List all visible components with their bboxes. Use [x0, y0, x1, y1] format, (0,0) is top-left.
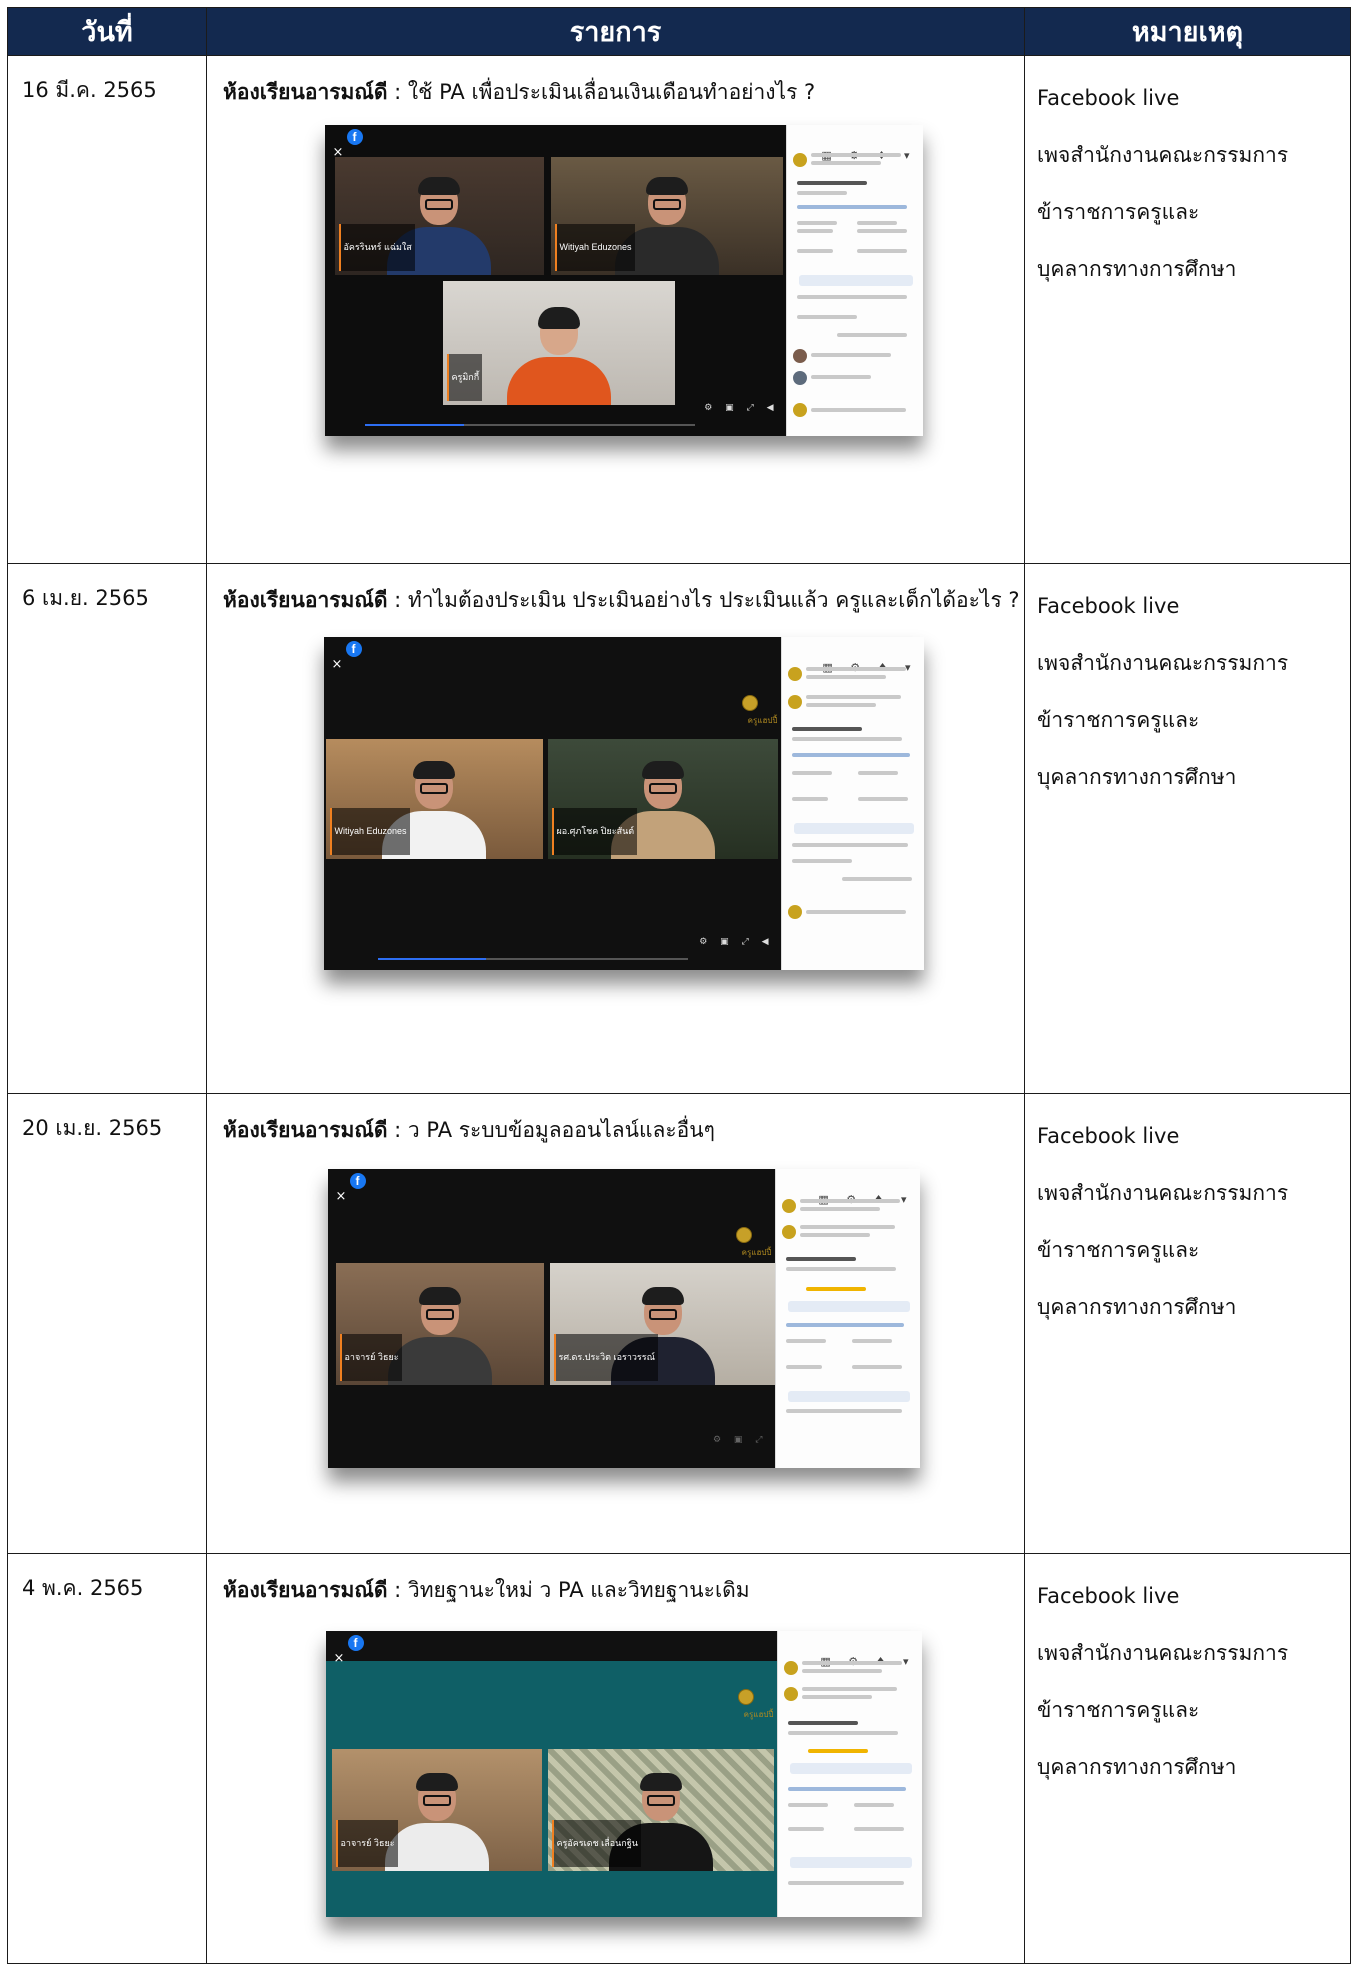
schedule-table: วันที่ รายการ หมายเหตุ 16 มี.ค. 2565 ห้อ…: [7, 7, 1351, 1964]
participant-name: Witiyah Eduzones: [329, 808, 410, 855]
comments-panel: ▦ ⚙ ♦ ▾: [776, 1631, 922, 1917]
video-tile: ผอ.ศุภโชค ปิยะสันต์: [547, 739, 778, 859]
logo-text: ครูแฮปปี้: [743, 1710, 774, 1719]
note-cell: Facebook live เพจสำนักงานคณะกรรมการ ข้าร…: [1024, 1553, 1351, 1964]
person-figure: [384, 1773, 489, 1871]
comments-panel: ▦ ⚙ ♦ ▾: [785, 125, 923, 436]
item-text: : ทำไมต้องประเมิน ประเมินอย่างไร ประเมิน…: [387, 588, 1020, 612]
video-area: × f อัครรินทร์ แฉ่มใส Witiyah Eduzones ค…: [324, 125, 787, 436]
item-title: ห้องเรียนอารมณ์ดี : ว PA ระบบข้อมูลออนไล…: [223, 1108, 1024, 1153]
table-row: 20 เม.ย. 2565 ห้องเรียนอารมณ์ดี : ว PA ร…: [7, 1093, 1351, 1554]
video-area: × f ครูแฮปปี้ อาจารย์ วิธยะ ครูอัครเดช เ…: [325, 1631, 778, 1917]
facebook-icon: f: [349, 1173, 366, 1189]
note-cell: Facebook live เพจสำนักงานคณะกรรมการ ข้าร…: [1024, 1093, 1351, 1554]
header-note: หมายเหตุ: [1024, 7, 1351, 56]
video-screenshot[interactable]: × f ครูแฮปปี้ อาจารย์ วิธยะ รศ.ดร.ประวิต…: [327, 1169, 920, 1468]
player-controls[interactable]: ⚙ ▣ ⤢: [713, 1418, 768, 1463]
close-icon: ×: [335, 1189, 347, 1204]
video-screenshot[interactable]: × f ครูแฮปปี้ Witiyah Eduzones ผอ.ศุภโชค…: [323, 637, 924, 970]
item-cell: ห้องเรียนอารมณ์ดี : วิทยฐานะใหม่ ว PA แล…: [206, 1553, 1025, 1964]
item-text: : ใช้ PA เพื่อประเมินเลื่อนเงินเดือนทำอย…: [387, 80, 816, 104]
header-item: รายการ: [206, 7, 1025, 56]
note-line: บุคลากรทางการศึกษา: [1037, 257, 1237, 281]
item-text: : วิทยฐานะใหม่ ว PA และวิทยฐานะเดิม: [387, 1578, 750, 1602]
table-row: 16 มี.ค. 2565 ห้องเรียนอารมณ์ดี : ใช้ PA…: [7, 55, 1351, 564]
item-prefix: ห้องเรียนอารมณ์ดี: [223, 1118, 388, 1142]
video-area: × f ครูแฮปปี้ อาจารย์ วิธยะ รศ.ดร.ประวิต…: [327, 1169, 776, 1468]
video-tile: รศ.ดร.ประวิต เอราวรรณ์: [549, 1263, 776, 1385]
video-tile: อัครรินทร์ แฉ่มใส: [334, 157, 544, 275]
person-figure: [387, 1287, 492, 1385]
item-title: ห้องเรียนอารมณ์ดี : ทำไมต้องประเมิน ประเ…: [223, 578, 1024, 623]
item-cell: ห้องเรียนอารมณ์ดี : ทำไมต้องประเมิน ประเ…: [206, 563, 1025, 1094]
item-prefix: ห้องเรียนอารมณ์ดี: [223, 588, 388, 612]
video-tile: อาจารย์ วิธยะ: [335, 1263, 544, 1385]
participant-name: รศ.ดร.ประวิต เอราวรรณ์: [553, 1334, 658, 1381]
facebook-icon: f: [347, 1635, 364, 1651]
date-cell: 6 เม.ย. 2565: [7, 563, 207, 1094]
table-row: 4 พ.ค. 2565 ห้องเรียนอารมณ์ดี : วิทยฐานะ…: [7, 1553, 1351, 1964]
participant-name: อัครรินทร์ แฉ่มใส: [338, 224, 415, 271]
participant-name: ครูอัครเดช เลื่อนกฐิน: [551, 1820, 641, 1867]
player-controls[interactable]: ⚙ ▣ ⤢ ◀: [704, 386, 778, 431]
item-title: ห้องเรียนอารมณ์ดี : ใช้ PA เพื่อประเมินเ…: [223, 70, 1024, 115]
close-icon: ×: [333, 1651, 345, 1666]
video-tile: ครูมิกกี้: [442, 281, 675, 405]
date-cell: 16 มี.ค. 2565: [7, 55, 207, 564]
header-row: วันที่ รายการ หมายเหตุ: [7, 7, 1351, 56]
video-progress-fill: [364, 424, 464, 426]
video-progress-bar[interactable]: [364, 424, 695, 426]
note-line: ข้าราชการครูและ: [1037, 1698, 1200, 1722]
participant-name: ครูมิกกี้: [446, 354, 483, 401]
note-line: เพจสำนักงานคณะกรรมการ: [1037, 143, 1289, 167]
video-tile: Witiyah Eduzones: [550, 157, 783, 275]
facebook-icon: f: [345, 641, 362, 657]
item-cell: ห้องเรียนอารมณ์ดี : ใช้ PA เพื่อประเมินเ…: [206, 55, 1025, 564]
participant-name: อาจารย์ วิธยะ: [339, 1334, 402, 1381]
item-text: : ว PA ระบบข้อมูลออนไลน์และอื่นๆ: [387, 1118, 715, 1142]
video-tile: Witiyah Eduzones: [325, 739, 543, 859]
comments-panel: ▦ ⚙ ♦ ▾: [780, 637, 924, 970]
item-prefix: ห้องเรียนอารมณ์ดี: [223, 1578, 388, 1602]
note-line: เพจสำนักงานคณะกรรมการ: [1037, 1641, 1289, 1665]
player-controls[interactable]: ⚙ ▣ ⤢ ◀: [699, 920, 773, 965]
date-cell: 4 พ.ค. 2565: [7, 1553, 207, 1964]
video-screenshot[interactable]: × f อัครรินทร์ แฉ่มใส Witiyah Eduzones ค…: [324, 125, 923, 436]
item-cell: ห้องเรียนอารมณ์ดี : ว PA ระบบข้อมูลออนไล…: [206, 1093, 1025, 1554]
person-figure: [506, 307, 611, 405]
note-line: ข้าราชการครูและ: [1037, 708, 1200, 732]
logo-text: ครูแฮปปี้: [747, 716, 778, 725]
video-tile: ครูอัครเดช เลื่อนกฐิน: [547, 1749, 774, 1871]
note-cell: Facebook live เพจสำนักงานคณะกรรมการ ข้าร…: [1024, 55, 1351, 564]
table-row: 6 เม.ย. 2565 ห้องเรียนอารมณ์ดี : ทำไมต้อ…: [7, 563, 1351, 1094]
note-cell: Facebook live เพจสำนักงานคณะกรรมการ ข้าร…: [1024, 563, 1351, 1094]
note-line: เพจสำนักงานคณะกรรมการ: [1037, 651, 1289, 675]
note-line: ข้าราชการครูและ: [1037, 1238, 1200, 1262]
participant-name: Witiyah Eduzones: [554, 224, 635, 271]
participant-name: อาจารย์ วิธยะ: [335, 1820, 398, 1867]
note-line: Facebook live: [1037, 86, 1180, 110]
video-progress-bar[interactable]: [377, 958, 688, 960]
video-tile: อาจารย์ วิธยะ: [331, 1749, 542, 1871]
video-progress-fill: [377, 958, 486, 960]
note-line: บุคลากรทางการศึกษา: [1037, 765, 1237, 789]
note-line: บุคลากรทางการศึกษา: [1037, 1295, 1237, 1319]
note-line: ข้าราชการครูและ: [1037, 200, 1200, 224]
comments-panel: ▦ ⚙ ♦ ▾: [774, 1169, 920, 1468]
note-line: บุคลากรทางการศึกษา: [1037, 1755, 1237, 1779]
facebook-icon: f: [346, 129, 363, 145]
video-area: × f ครูแฮปปี้ Witiyah Eduzones ผอ.ศุภโชค…: [323, 637, 782, 970]
close-icon: ×: [331, 657, 343, 672]
item-title: ห้องเรียนอารมณ์ดี : วิทยฐานะใหม่ ว PA แล…: [223, 1568, 1024, 1613]
video-screenshot[interactable]: × f ครูแฮปปี้ อาจารย์ วิธยะ ครูอัครเดช เ…: [325, 1631, 922, 1917]
header-date: วันที่: [7, 7, 207, 56]
note-line: เพจสำนักงานคณะกรรมการ: [1037, 1181, 1289, 1205]
participant-name: ผอ.ศุภโชค ปิยะสันต์: [551, 808, 638, 855]
note-line: Facebook live: [1037, 594, 1180, 618]
note-line: Facebook live: [1037, 1124, 1180, 1148]
note-line: Facebook live: [1037, 1584, 1180, 1608]
date-cell: 20 เม.ย. 2565: [7, 1093, 207, 1554]
item-prefix: ห้องเรียนอารมณ์ดี: [223, 80, 388, 104]
